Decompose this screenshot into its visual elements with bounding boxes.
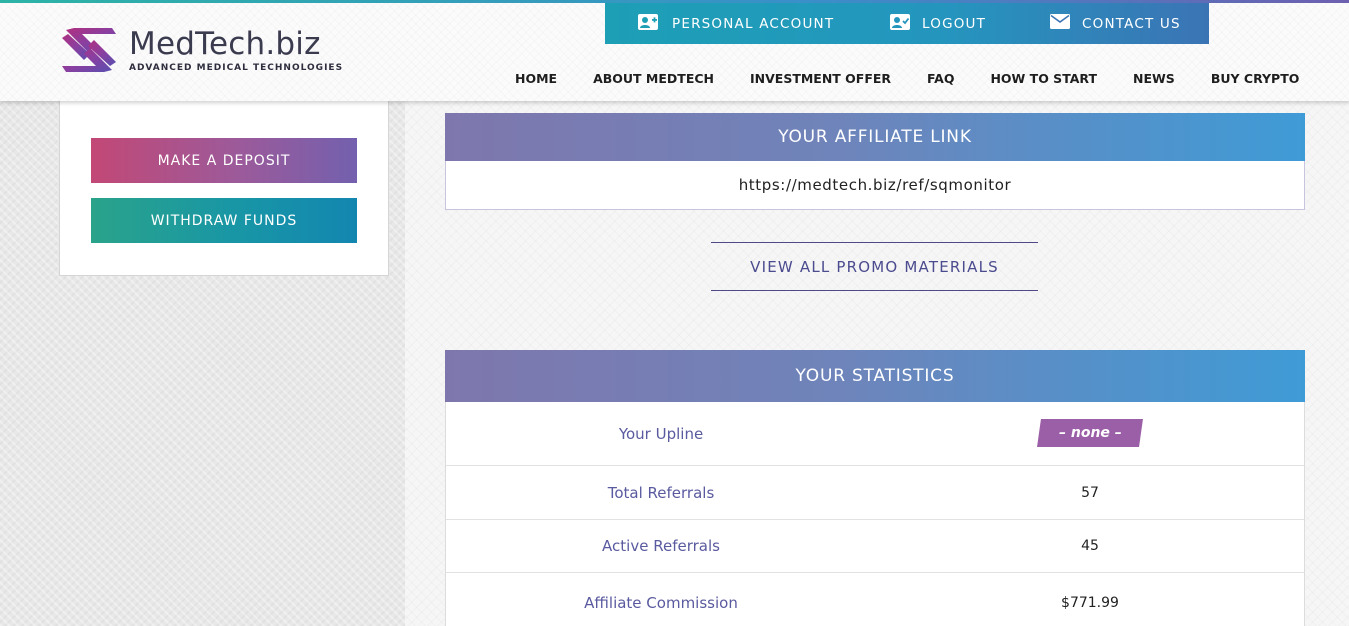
nav-home[interactable]: HOME	[515, 71, 557, 86]
nav-news[interactable]: NEWS	[1133, 71, 1175, 86]
user-check-icon	[890, 13, 910, 34]
nav-faq[interactable]: FAQ	[927, 71, 954, 86]
stat-value: 45	[1081, 538, 1099, 554]
affiliate-link-value[interactable]: https://medtech.biz/ref/sqmonitor	[445, 161, 1305, 210]
upline-none-text: – none –	[1058, 424, 1122, 441]
nav-investment-offer[interactable]: INVESTMENT OFFER	[750, 71, 891, 86]
nav-buy-crypto[interactable]: BUY CRYPTO	[1211, 71, 1300, 86]
main-navigation: HOME ABOUT MEDTECH INVESTMENT OFFER FAQ …	[515, 70, 1299, 86]
add-user-icon	[638, 13, 660, 34]
medtech-logo-icon	[62, 28, 116, 72]
personal-account-label: PERSONAL ACCOUNT	[672, 15, 835, 32]
withdraw-funds-button[interactable]: WITHDRAW FUNDS	[91, 198, 357, 243]
view-promo-materials-link[interactable]: VIEW ALL PROMO MATERIALS	[711, 242, 1038, 291]
stat-label: Active Referrals	[602, 537, 720, 555]
nav-how-to-start[interactable]: HOW TO START	[990, 71, 1097, 86]
logout-label: LOGOUT	[922, 15, 987, 32]
account-topbar: PERSONAL ACCOUNT LOGOUT CONTACT US	[605, 3, 1209, 44]
table-row: Active Referrals 45	[446, 520, 1304, 573]
table-row: Affiliate Commission $771.99	[446, 573, 1304, 626]
stat-value: $771.99	[1061, 594, 1119, 611]
logo-tagline: ADVANCED MEDICAL TECHNOLOGIES	[129, 63, 344, 73]
stat-label: Your Upline	[618, 424, 704, 443]
make-deposit-button[interactable]: MAKE A DEPOSIT	[91, 138, 357, 183]
affiliate-link-heading: YOUR AFFILIATE LINK	[445, 113, 1305, 161]
site-header: MedTech.biz ADVANCED MEDICAL TECHNOLOGIE…	[0, 0, 1349, 101]
stat-label: Affiliate Commission	[584, 593, 738, 612]
table-row: Your Upline – none –	[446, 402, 1304, 466]
statistics-table: Your Upline – none – Total Referrals 57 …	[445, 402, 1305, 626]
contact-us-link[interactable]: CONTACT US	[1050, 3, 1181, 44]
stat-value: 57	[1081, 484, 1099, 501]
table-row: Total Referrals 57	[446, 466, 1304, 520]
upline-none-badge: – none –	[1037, 418, 1143, 447]
stat-value: – none –	[876, 418, 1304, 447]
statistics-heading: YOUR STATISTICS	[445, 350, 1305, 402]
logo-title: MedTech.biz	[129, 26, 321, 62]
personal-account-link[interactable]: PERSONAL ACCOUNT	[605, 3, 890, 44]
contact-us-label: CONTACT US	[1082, 15, 1181, 32]
stat-label: Total Referrals	[607, 483, 715, 502]
logout-link[interactable]: LOGOUT	[890, 3, 1050, 44]
site-logo[interactable]: MedTech.biz ADVANCED MEDICAL TECHNOLOGIE…	[60, 26, 360, 76]
nav-about-medtech[interactable]: ABOUT MEDTECH	[593, 71, 714, 86]
envelope-icon	[1050, 14, 1070, 33]
account-side-card: MAKE A DEPOSIT WITHDRAW FUNDS	[59, 85, 389, 276]
